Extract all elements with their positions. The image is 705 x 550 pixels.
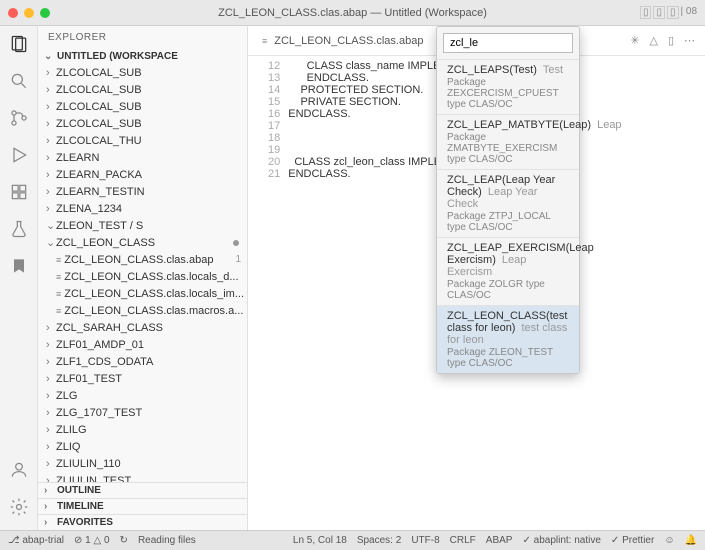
line-gutter: 12131415161718192021 (248, 60, 288, 530)
tree-item[interactable]: ›ZLG_1707_TEST (42, 404, 247, 421)
sidebar: EXPLORER ⌄UNTITLED (WORKSPACE ›ZLCOLCAL_… (38, 26, 248, 530)
quick-open-item[interactable]: ZCL_LEAP_EXERCISM(Leap Exercism)Leap Exe… (437, 237, 579, 305)
status-bar: ⎇ abap-trial ⊘ 1 △ 0 ↻ Reading files Ln … (0, 530, 705, 550)
cursor-pos[interactable]: Ln 5, Col 18 (293, 535, 347, 546)
tree-item[interactable]: ≡ZCL_LEON_CLASS.clas.locals_im... (42, 285, 247, 302)
layout-controls[interactable]: ▯▯▯ | 08 (640, 6, 697, 19)
quick-open-item[interactable]: ZCL_LEON_CLASS(test class for leon)test … (437, 305, 579, 373)
lint-status[interactable]: ✓ abaplint: native (522, 535, 600, 546)
tree-item[interactable]: ›ZLCOLCAL_SUB (42, 115, 247, 132)
tree-item[interactable]: ›ZLCOLCAL_SUB (42, 98, 247, 115)
extensions-icon[interactable] (9, 182, 29, 205)
tree-item[interactable]: ›ZLCOLCAL_SUB (42, 81, 247, 98)
search-icon[interactable] (9, 71, 29, 94)
window-controls[interactable] (8, 8, 50, 18)
eol-status[interactable]: CRLF (450, 535, 476, 546)
tree-item[interactable]: ›ZLCOLCAL_THU (42, 132, 247, 149)
tree-item[interactable]: ≡ZCL_LEON_CLASS.clas.macros.a... (42, 302, 247, 319)
branch-status[interactable]: ⎇ abap-trial (8, 535, 64, 546)
activity-bar (0, 26, 38, 530)
tree-item[interactable]: ›ZLEARN_TESTIN (42, 183, 247, 200)
tree-item[interactable]: ≡ZCL_LEON_CLASS.clas.abap1 (42, 251, 247, 268)
quick-open-item[interactable]: ZCL_LEAPS(Test)TestPackage ZEXCERCISM_CP… (437, 59, 579, 114)
quick-open-input[interactable] (443, 33, 573, 53)
problems-status[interactable]: ⊘ 1 △ 0 (74, 535, 110, 546)
close-icon[interactable] (8, 8, 18, 18)
tree-item[interactable]: ›ZLEARN_PACKA (42, 166, 247, 183)
more-icon[interactable]: ⋯ (684, 34, 695, 47)
tree-item[interactable]: ›ZLIQ (42, 438, 247, 455)
workspace-label: UNTITLED (WORKSPACE (57, 51, 178, 62)
timeline-section[interactable]: ›TIMELINE (38, 498, 247, 514)
flask-icon[interactable] (9, 219, 29, 242)
quick-open-item[interactable]: ZCL_LEAP(Leap Year Check)Leap Year Check… (437, 169, 579, 237)
account-icon[interactable] (9, 460, 29, 483)
tree-item[interactable]: ›ZLG (42, 387, 247, 404)
tree-item[interactable]: ≡ZCL_LEON_CLASS.clas.locals_d... (42, 268, 247, 285)
tree-item[interactable]: ›ZLENA_1234 (42, 200, 247, 217)
compare-icon[interactable]: △ (649, 34, 657, 47)
file-icon: ≡ (262, 36, 267, 46)
tree-item[interactable]: ›ZLIULIN_TEST (42, 472, 247, 482)
tree-item[interactable]: ›ZLILG (42, 421, 247, 438)
tab-open-file[interactable]: ≡ ZCL_LEON_CLASS.clas.abap (254, 35, 431, 47)
titlebar: ZCL_LEON_CLASS.clas.abap — Untitled (Wor… (0, 0, 705, 26)
quick-open: ZCL_LEAPS(Test)TestPackage ZEXCERCISM_CP… (436, 26, 580, 374)
window-title: ZCL_LEON_CLASS.clas.abap — Untitled (Wor… (218, 7, 487, 19)
tree-item[interactable]: ›ZLF01_AMDP_01 (42, 336, 247, 353)
tree-item[interactable]: ›ZLEARN (42, 149, 247, 166)
bookmark-icon[interactable] (9, 256, 29, 279)
tree-item[interactable]: ›ZLF1_CDS_ODATA (42, 353, 247, 370)
activity-status: Reading files (138, 535, 196, 546)
outline-section[interactable]: ›OUTLINE (38, 482, 247, 498)
lang-status[interactable]: ABAP (486, 535, 513, 546)
spaces-status[interactable]: Spaces: 2 (357, 535, 401, 546)
tree-item[interactable]: ›ZLF01_TEST (42, 370, 247, 387)
tab-label: ZCL_LEON_CLASS.clas.abap (274, 35, 423, 47)
gear-icon[interactable] (9, 497, 29, 520)
tree-item[interactable]: ›ZLIULIN_110 (42, 455, 247, 472)
bell-icon[interactable]: 🔔 (685, 535, 697, 546)
minimize-icon[interactable] (24, 8, 34, 18)
explorer-icon[interactable] (9, 34, 29, 57)
workspace-header[interactable]: ⌄UNTITLED (WORKSPACE (38, 49, 247, 64)
tree-item[interactable]: ⌄ZLEON_TEST / S (42, 217, 247, 234)
feedback-icon[interactable]: ☺ (664, 535, 674, 546)
tree-item[interactable]: ⌄ZCL_LEON_CLASS (42, 234, 247, 251)
prettier-status[interactable]: ✓ Prettier (611, 535, 654, 546)
sync-icon[interactable]: ↻ (120, 535, 128, 546)
explorer-title: EXPLORER (38, 26, 247, 49)
run-icon[interactable] (9, 145, 29, 168)
encoding-status[interactable]: UTF-8 (411, 535, 439, 546)
favorites-section[interactable]: ›FAVORITES (38, 514, 247, 530)
maximize-icon[interactable] (40, 8, 50, 18)
tree-item[interactable]: ›ZLCOLCAL_SUB (42, 64, 247, 81)
split-icon[interactable]: ▯ (668, 34, 674, 47)
quick-open-item[interactable]: ZCL_LEAP_MATBYTE(Leap)LeapPackage ZMATBY… (437, 114, 579, 169)
file-tree: ›ZLCOLCAL_SUB›ZLCOLCAL_SUB›ZLCOLCAL_SUB›… (38, 64, 247, 482)
tree-item[interactable]: ›ZCL_SARAH_CLASS (42, 319, 247, 336)
editor-area: ≡ ZCL_LEON_CLASS.clas.abap ✳ △ ▯ ⋯ 121314… (248, 26, 705, 530)
source-control-icon[interactable] (9, 108, 29, 131)
sparkle-icon[interactable]: ✳ (630, 34, 639, 47)
